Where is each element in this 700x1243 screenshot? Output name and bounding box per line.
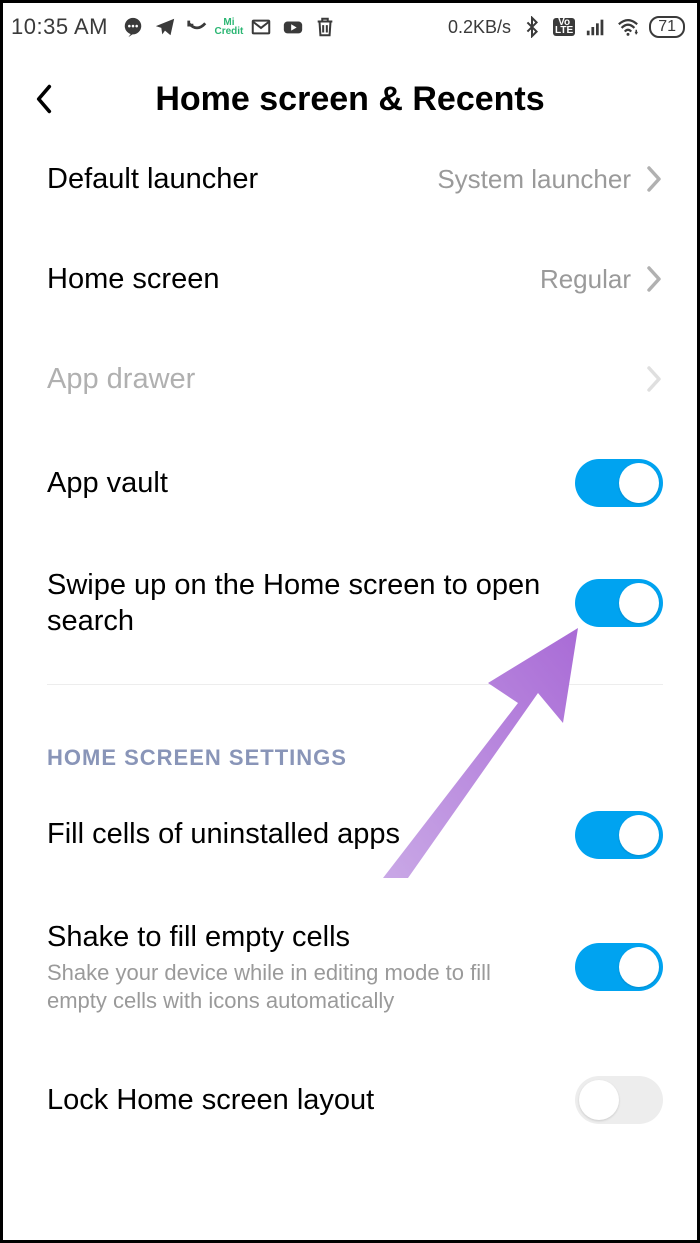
youtube-icon <box>282 16 304 38</box>
data-rate: 0.2KB/s <box>448 17 511 38</box>
row-default-launcher[interactable]: Default launcher System launcher <box>3 129 697 229</box>
gmail-icon <box>250 16 272 38</box>
trash-icon <box>314 16 336 38</box>
row-fill-cells[interactable]: Fill cells of uninstalled apps <box>3 781 697 889</box>
toggle-lock-layout[interactable] <box>575 1076 663 1124</box>
header: Home screen & Recents <box>3 51 697 129</box>
battery-indicator: 71 <box>649 16 685 38</box>
row-app-drawer: App drawer <box>3 329 697 429</box>
toggle-shake-fill[interactable] <box>575 943 663 991</box>
battery-percent: 71 <box>658 18 676 36</box>
row-label: Shake to fill empty cells <box>47 919 555 955</box>
toggle-fill-cells[interactable] <box>575 811 663 859</box>
row-lock-layout[interactable]: Lock Home screen layout <box>3 1046 697 1154</box>
telegram-icon <box>154 16 176 38</box>
chat-icon <box>122 16 144 38</box>
missed-call-icon <box>186 16 208 38</box>
chevron-right-icon <box>645 365 663 393</box>
settings-list: Default launcher System launcher Home sc… <box>3 129 697 1154</box>
row-label: Lock Home screen layout <box>47 1082 555 1118</box>
status-bar: 10:35 AM MiCredit 0.2KB/s VoLTE <box>3 3 697 51</box>
row-label: Home screen <box>47 261 520 297</box>
row-value: System launcher <box>437 164 631 195</box>
chevron-right-icon <box>645 165 663 193</box>
mi-credit-icon: MiCredit <box>218 16 240 38</box>
chevron-right-icon <box>645 265 663 293</box>
status-time: 10:35 AM <box>11 14 108 40</box>
signal-icon <box>585 16 607 38</box>
wifi-icon <box>617 16 639 38</box>
row-label: Default launcher <box>47 161 417 197</box>
row-value: Regular <box>540 264 631 295</box>
section-header-home-settings: HOME SCREEN SETTINGS <box>3 685 697 781</box>
row-label: App vault <box>47 465 555 501</box>
row-app-vault[interactable]: App vault <box>3 429 697 537</box>
page-title: Home screen & Recents <box>33 80 667 119</box>
row-subtitle: Shake your device while in editing mode … <box>47 959 555 1016</box>
row-swipe-up-search[interactable]: Swipe up on the Home screen to open sear… <box>3 537 697 670</box>
row-label: Swipe up on the Home screen to open sear… <box>47 567 555 640</box>
row-label: Fill cells of uninstalled apps <box>47 816 555 852</box>
row-shake-fill[interactable]: Shake to fill empty cells Shake your dev… <box>3 889 697 1046</box>
toggle-app-vault[interactable] <box>575 459 663 507</box>
row-label: App drawer <box>47 361 625 397</box>
row-home-screen[interactable]: Home screen Regular <box>3 229 697 329</box>
bluetooth-icon <box>521 16 543 38</box>
volte-badge: VoLTE <box>553 18 575 36</box>
toggle-swipe-up-search[interactable] <box>575 579 663 627</box>
